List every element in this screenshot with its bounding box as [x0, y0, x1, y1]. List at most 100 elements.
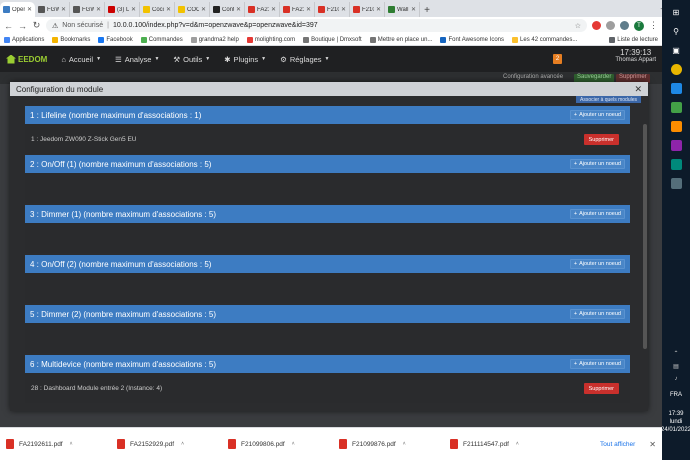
app-icon[interactable]	[669, 138, 683, 152]
add-node-button[interactable]: + Ajouter un noeud	[569, 159, 625, 169]
bookmark-item[interactable]: Les 42 commandes...	[512, 36, 577, 43]
delete-node-button[interactable]: Supprimer	[583, 383, 619, 394]
menu-tools[interactable]: ⚒ Outils ▼	[173, 55, 210, 64]
bookmark-item[interactable]: grandma2 help	[190, 36, 239, 43]
chevron-up-icon[interactable]: ˄	[292, 441, 295, 447]
bookmark-item[interactable]: Boutique | Dmxsoft	[303, 36, 362, 43]
menu-home[interactable]: ⌂ Accueil ▼	[61, 55, 101, 64]
pdf-file-icon	[117, 439, 125, 449]
tab-close-icon[interactable]: ✕	[166, 6, 171, 13]
close-icon[interactable]: ✕	[634, 84, 642, 95]
extension-icon[interactable]	[592, 21, 601, 30]
tab-close-icon[interactable]: ✕	[201, 6, 206, 13]
browser-tab[interactable]: (3) Le✕	[105, 2, 140, 17]
jeedom-logo[interactable]: EEDOM	[6, 54, 47, 64]
taskbar-clock[interactable]: 17:39 lundi 24/01/2022	[661, 410, 690, 434]
tab-close-icon[interactable]: ✕	[341, 6, 346, 13]
browser-tab[interactable]: Wall ✕	[385, 2, 420, 17]
app-icon[interactable]	[669, 119, 683, 133]
tab-close-icon[interactable]: ✕	[411, 6, 416, 13]
url-field[interactable]: ⚠ Non sécurisé | 10.0.0.100/index.php?v=…	[46, 19, 587, 32]
browser-tab[interactable]: FGWI✕	[70, 2, 105, 17]
tab-close-icon[interactable]: ✕	[27, 6, 32, 13]
download-filename: F21099806.pdf	[241, 440, 285, 448]
browser-tab[interactable]: Conte✕	[210, 2, 245, 17]
menu-settings[interactable]: ⚙ Réglages ▼	[280, 55, 329, 64]
download-item[interactable]: F21099876.pdf ˄	[339, 439, 444, 449]
new-tab-button[interactable]: +	[420, 3, 434, 17]
profile-avatar[interactable]: T	[634, 20, 644, 31]
add-node-button[interactable]: + Ajouter un noeud	[569, 259, 625, 269]
extension-icon[interactable]	[606, 21, 615, 30]
tab-close-icon[interactable]: ✕	[236, 6, 241, 13]
browser-tab[interactable]: FGWI✕	[35, 2, 70, 17]
menu-analysis[interactable]: ☰ Analyse ▼	[115, 55, 159, 64]
chevron-up-icon[interactable]: ⌃	[673, 350, 678, 357]
app-icon[interactable]	[669, 176, 683, 190]
back-icon[interactable]: ←	[4, 21, 13, 31]
search-icon[interactable]: ⚲	[669, 24, 683, 38]
taskbar-time: 17:39	[668, 411, 684, 417]
add-node-button[interactable]: + Ajouter un noeud	[569, 309, 625, 319]
more-menu-icon[interactable]: ⋮	[649, 20, 658, 31]
browser-tab[interactable]: F2109✕	[350, 2, 385, 17]
extensions-puzzle-icon[interactable]	[620, 21, 629, 30]
task-view-icon[interactable]: ▣	[669, 43, 683, 57]
modal-title: Configuration du module	[16, 84, 104, 94]
bookmark-item[interactable]: molighting.com	[246, 36, 295, 43]
reading-list[interactable]: Liste de lecture	[609, 36, 658, 43]
bookmark-item[interactable]: Font Awesome Icons	[440, 36, 504, 43]
windows-start-icon[interactable]: ⊞	[669, 5, 683, 19]
bookmark-item[interactable]: Facebook	[98, 36, 133, 43]
tab-close-icon[interactable]: ✕	[96, 6, 101, 13]
browser-tab[interactable]: FA21✕	[245, 2, 280, 17]
menu-plugins[interactable]: ✱ Plugins ▼	[224, 55, 266, 64]
tab-close-icon[interactable]: ✕	[376, 6, 381, 13]
chevron-up-icon[interactable]: ˄	[181, 441, 184, 447]
browser-tab[interactable]: FA21✕	[280, 2, 315, 17]
bookmark-item[interactable]: Mettre en place un...	[369, 36, 432, 43]
download-item[interactable]: FA2192611.pdf ˄	[6, 439, 111, 449]
download-item[interactable]: FA2152929.pdf ˄	[117, 439, 222, 449]
app-icon[interactable]	[669, 81, 683, 95]
add-node-button[interactable]: + Ajouter un noeud	[569, 110, 625, 120]
bookmark-item[interactable]: Commandes	[140, 36, 183, 43]
volume-icon[interactable]: ♪	[674, 376, 677, 382]
add-node-button[interactable]: + Ajouter un noeud	[569, 209, 625, 219]
home-icon: ⌂	[61, 54, 66, 64]
tab-close-icon[interactable]: ✕	[131, 6, 136, 13]
download-item[interactable]: F21099806.pdf ˄	[228, 439, 333, 449]
caret-down-icon: ▼	[261, 56, 267, 62]
bookmark-icon	[512, 36, 519, 43]
chrome-icon[interactable]	[669, 62, 683, 76]
language-indicator[interactable]: FRA	[670, 392, 682, 398]
show-all-downloads-button[interactable]: Tout afficher	[592, 441, 643, 448]
reload-icon[interactable]: ↻	[32, 20, 41, 31]
bookmark-item[interactable]: Bookmarks	[52, 36, 90, 43]
association-group-body	[25, 173, 630, 203]
notification-badge[interactable]: 2	[553, 54, 562, 64]
browser-tab[interactable]: Open✕	[0, 2, 35, 17]
tab-close-icon[interactable]: ✕	[306, 6, 311, 13]
delete-node-button[interactable]: Supprimer	[583, 134, 619, 145]
app-icon[interactable]	[669, 157, 683, 171]
close-downloads-icon[interactable]: ✕	[649, 440, 656, 449]
browser-tab[interactable]: F2109✕	[315, 2, 350, 17]
user-name[interactable]: Thomas Appart	[615, 57, 656, 63]
tab-close-icon[interactable]: ✕	[61, 6, 66, 13]
add-node-button[interactable]: + Ajouter un noeud	[569, 359, 625, 369]
network-icon[interactable]: ▤	[673, 363, 679, 370]
browser-tab[interactable]: Coco✕	[140, 2, 175, 17]
star-icon[interactable]: ☆	[575, 22, 581, 30]
modal-scrollbar[interactable]	[643, 124, 647, 349]
browser-tab[interactable]: COCC✕	[175, 2, 210, 17]
forward-icon[interactable]: →	[18, 21, 27, 31]
tab-close-icon[interactable]: ✕	[271, 6, 276, 13]
app-icon[interactable]	[669, 100, 683, 114]
bookmark-item[interactable]: Applications	[4, 36, 44, 43]
chevron-up-icon[interactable]: ˄	[70, 441, 73, 447]
chevron-up-icon[interactable]: ˄	[403, 441, 406, 447]
chevron-up-icon[interactable]: ˄	[516, 441, 519, 447]
download-item[interactable]: F211114547.pdf ˄	[450, 439, 555, 449]
association-group-title: 3 : Dimmer (1) (nombre maximum d'associa…	[30, 209, 217, 219]
